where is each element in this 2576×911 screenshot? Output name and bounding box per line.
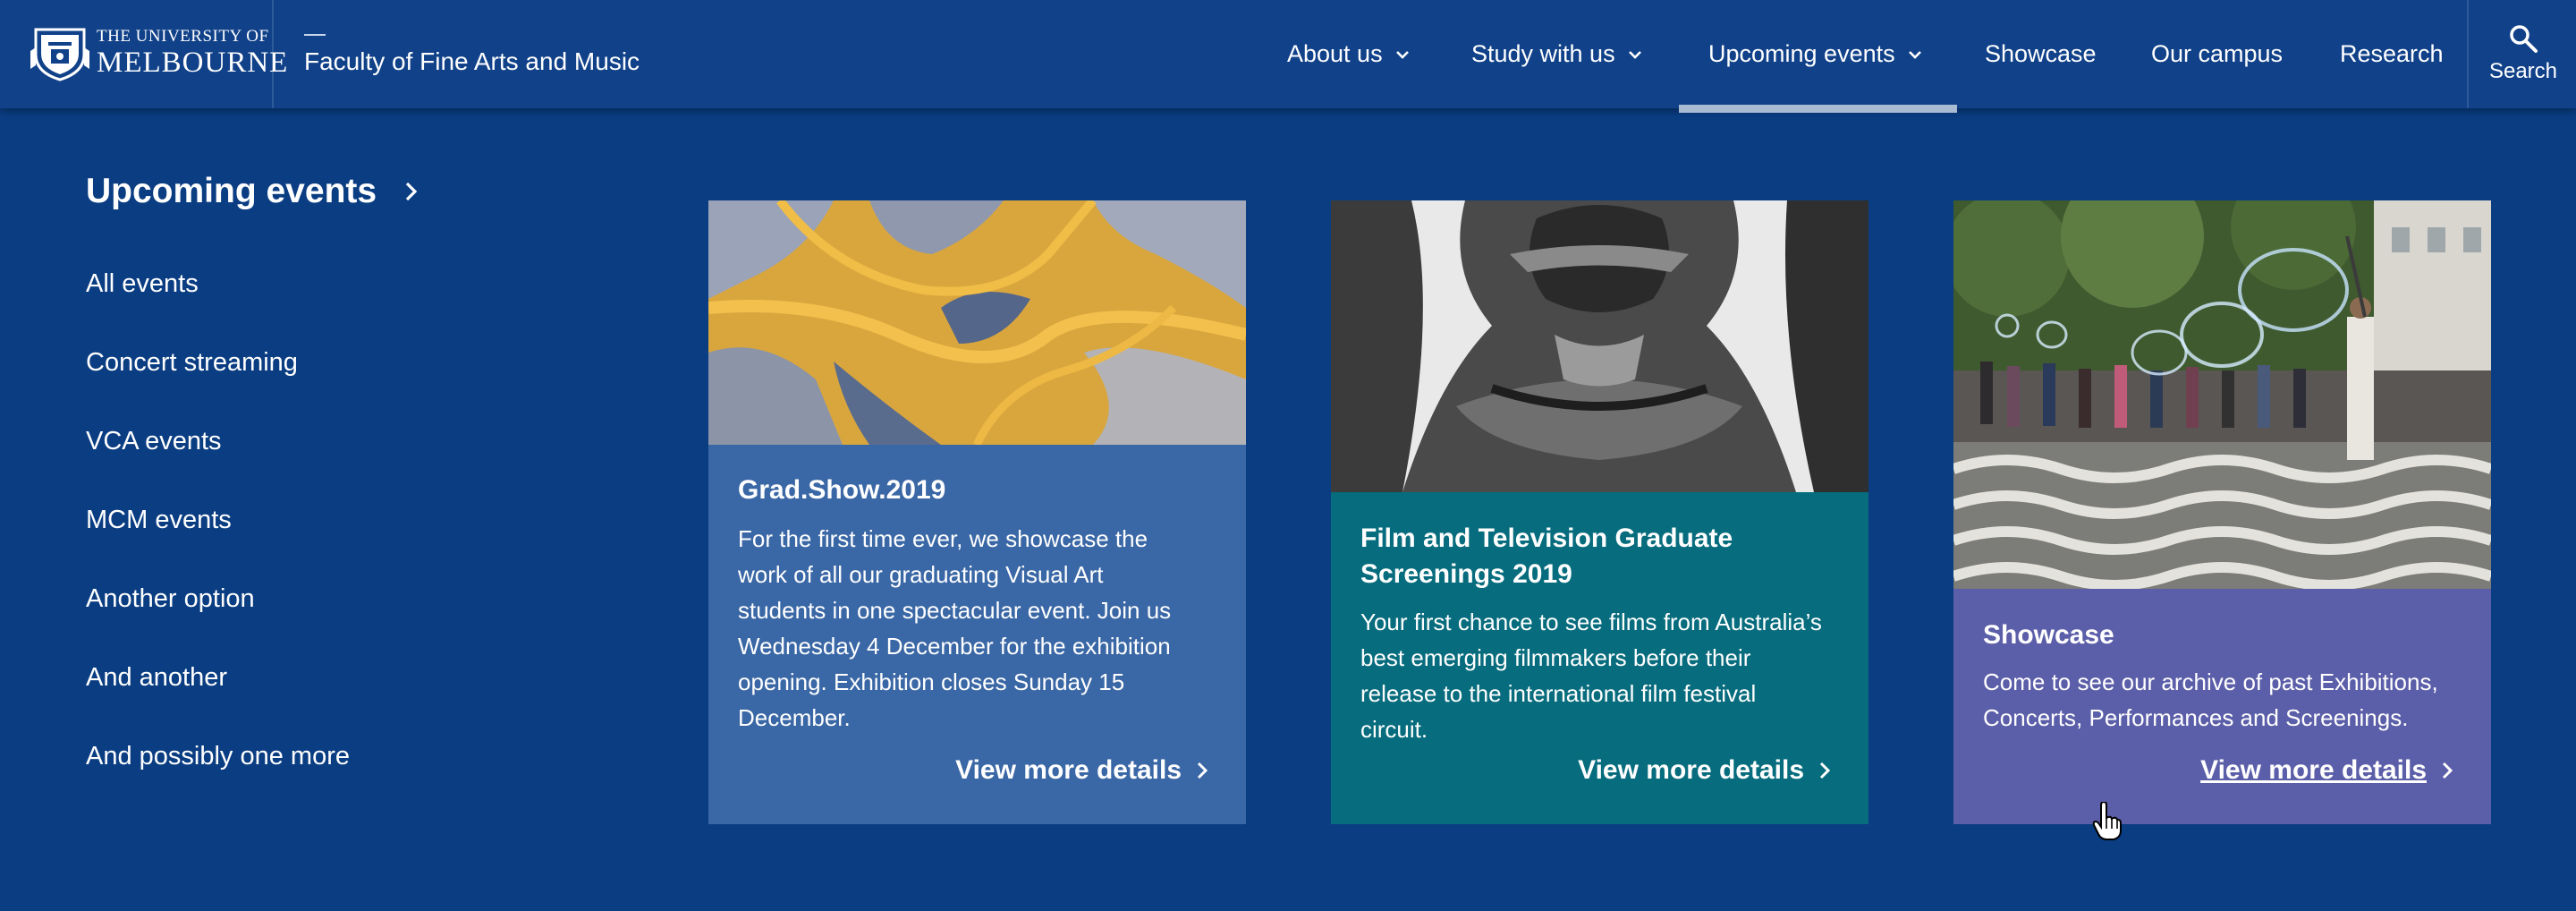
view-more-details-label: View more details — [1578, 755, 1804, 785]
nav-upcoming-events[interactable]: Upcoming events — [1708, 0, 1924, 108]
event-card-showcase[interactable]: Showcase Come to see our archive of past… — [1953, 200, 2491, 824]
nav-upcoming-events-label: Upcoming events — [1708, 40, 1895, 67]
card-description-line: best emerging filmmakers before their — [1360, 644, 1751, 671]
nav-research-label: Research — [2340, 40, 2444, 67]
card-description: For the first time ever, we showcase the… — [738, 521, 1221, 736]
card-description-line: Wednesday 4 December for the exhibition — [738, 633, 1171, 660]
chevron-down-icon — [1908, 50, 1921, 59]
crest-icon — [30, 28, 89, 81]
card-title-line: Screenings 2019 — [1360, 559, 1572, 589]
card-description-line: December. — [738, 704, 851, 731]
menu-link-and-another[interactable]: And another — [86, 663, 227, 693]
faculty-divider — [304, 34, 326, 36]
chevron-right-icon — [405, 182, 418, 201]
card-description-line: students in one spectacular event. Join … — [738, 597, 1172, 624]
nav-study-with-us-label: Study with us — [1471, 40, 1615, 67]
chevron-right-icon — [2442, 762, 2453, 779]
card-description-line: release to the international film festiv… — [1360, 680, 1757, 707]
card-description-line: circuit. — [1360, 716, 1428, 743]
university-logo[interactable]: THE UNIVERSITY OF MELBOURNE — [0, 0, 287, 108]
view-more-details-link[interactable]: View more details — [2200, 755, 2453, 786]
search-icon — [2510, 25, 2538, 53]
card-title: Showcase — [1983, 617, 2466, 653]
card-title: Film and Television Graduate Screenings … — [1360, 521, 1843, 592]
card-description: Your first chance to see films from Aust… — [1360, 604, 1843, 747]
card-title-line: Grad.Show.2019 — [738, 475, 946, 505]
menu-link-vca-events[interactable]: VCA events — [86, 427, 222, 456]
chevron-down-icon — [1628, 50, 1641, 59]
card-description-line: opening. Exhibition closes Sunday 15 — [738, 668, 1125, 695]
site-header: THE UNIVERSITY OF MELBOURNE Faculty of F… — [0, 0, 2576, 108]
faculty-name[interactable]: Faculty of Fine Arts and Music — [304, 47, 640, 76]
chevron-right-icon — [1819, 762, 1831, 779]
nav-our-campus[interactable]: Our campus — [2151, 0, 2283, 108]
logo-text-line1: THE UNIVERSITY OF — [97, 27, 269, 46]
card-title: Grad.Show.2019 — [738, 473, 1221, 508]
menu-link-another-option[interactable]: Another option — [86, 584, 255, 614]
menu-link-and-possibly-one-more[interactable]: And possibly one more — [86, 742, 350, 771]
menu-link-all-events[interactable]: All events — [86, 269, 199, 299]
nav-active-indicator — [1679, 105, 1957, 113]
nav-our-campus-label: Our campus — [2151, 40, 2284, 67]
view-more-details-label: View more details — [2200, 755, 2427, 785]
card-title-line: Showcase — [1983, 620, 2114, 650]
bubbles-plaza-image — [1953, 200, 2491, 589]
card-description-line: Come to see our archive of past Exhibiti… — [1983, 668, 2438, 695]
view-more-details-link[interactable]: View more details — [955, 755, 1208, 786]
menu-title: Upcoming events — [86, 172, 377, 210]
chevron-down-icon — [1395, 50, 1409, 59]
aerial-landscape-image — [708, 200, 1246, 445]
nav-research[interactable]: Research — [2340, 0, 2444, 108]
search-label: Search — [2488, 59, 2558, 83]
card-description-line: Concerts, Performances and Screenings. — [1983, 704, 2409, 731]
nav-study-with-us[interactable]: Study with us — [1471, 0, 1644, 108]
search-button[interactable]: Search — [2467, 0, 2576, 108]
hand-cursor-icon — [2092, 802, 2122, 840]
menu-link-concert-streaming[interactable]: Concert streaming — [86, 348, 298, 378]
nav-about-us-label: About us — [1287, 40, 1383, 67]
card-description: Come to see our archive of past Exhibiti… — [1983, 664, 2466, 736]
sculpture-image — [1331, 200, 1868, 492]
menu-link-mcm-events[interactable]: MCM events — [86, 506, 232, 535]
card-description-line: Your first chance to see films from Aust… — [1360, 609, 1822, 635]
nav-showcase-label: Showcase — [1985, 40, 2097, 67]
nav-showcase[interactable]: Showcase — [1985, 0, 2097, 108]
chevron-right-icon — [1197, 762, 1208, 779]
logo-text-line2: MELBOURNE — [97, 47, 289, 79]
card-description-line: For the first time ever, we showcase the — [738, 525, 1148, 552]
menu-title-link[interactable]: Upcoming events — [86, 172, 419, 211]
view-more-details-link[interactable]: View more details — [1578, 755, 1831, 786]
event-card-grad-show[interactable]: Grad.Show.2019 For the first time ever, … — [708, 200, 1246, 824]
card-title-line: Film and Television Graduate — [1360, 524, 1733, 553]
card-description-line: work of all our graduating Visual Art — [738, 561, 1104, 588]
event-card-film-tv-screenings[interactable]: Film and Television Graduate Screenings … — [1331, 200, 1868, 824]
view-more-details-label: View more details — [955, 755, 1182, 785]
nav-about-us[interactable]: About us — [1287, 0, 1411, 108]
